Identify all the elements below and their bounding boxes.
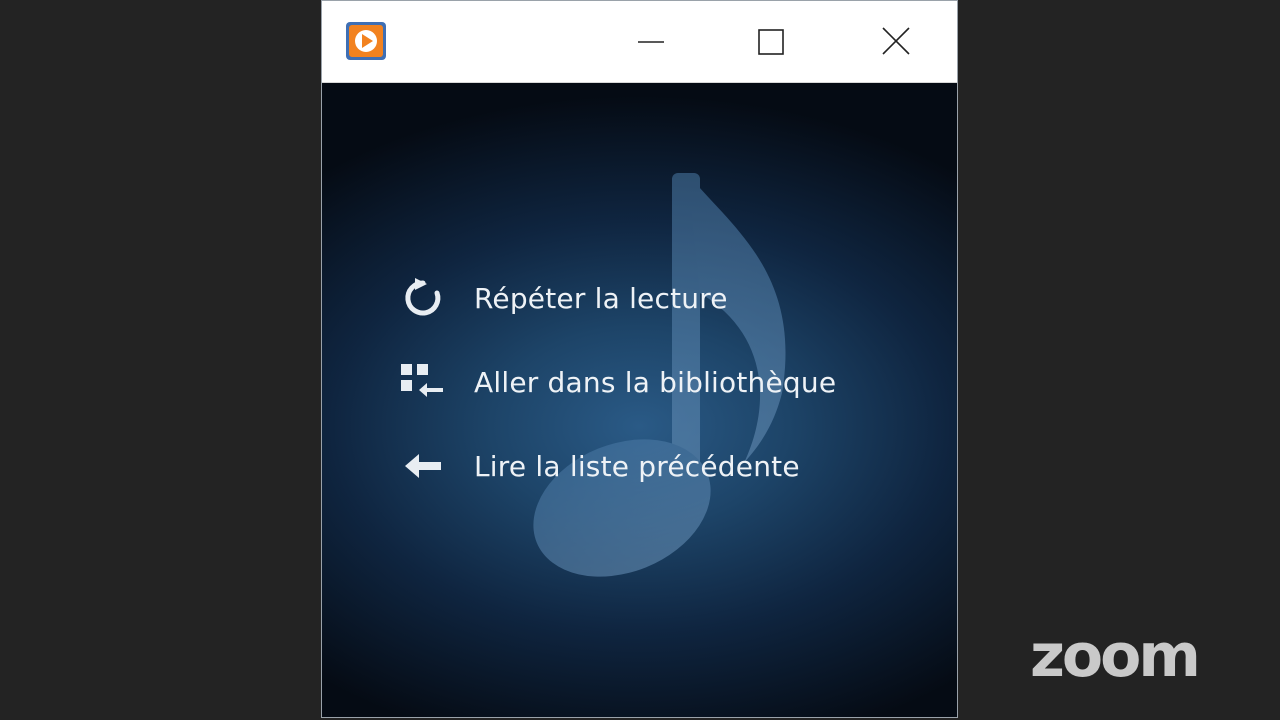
end-of-playback-menu: Répéter la lecture Aller dans la bibliot…	[397, 268, 836, 520]
go-to-library-label: Aller dans la bibliothèque	[474, 365, 837, 399]
screen: Répéter la lecture Aller dans la bibliot…	[0, 0, 1280, 720]
play-previous-list-label: Lire la liste précédente	[474, 449, 800, 483]
maximize-icon	[758, 29, 784, 55]
back-arrow-icon	[397, 440, 449, 492]
close-button[interactable]	[872, 19, 918, 65]
repeat-playback-label: Répéter la lecture	[474, 281, 728, 315]
maximize-button[interactable]	[748, 19, 794, 65]
play-previous-list-item[interactable]: Lire la liste précédente	[397, 436, 836, 496]
media-player-window: Répéter la lecture Aller dans la bibliot…	[321, 0, 958, 718]
title-bar[interactable]	[322, 1, 957, 83]
now-playing-area: Répéter la lecture Aller dans la bibliot…	[322, 83, 957, 717]
repeat-icon	[397, 272, 449, 324]
media-player-play-icon[interactable]	[345, 21, 387, 61]
zoom-logo: zoom	[1030, 621, 1201, 691]
repeat-playback-item[interactable]: Répéter la lecture	[397, 268, 836, 328]
library-icon	[397, 356, 449, 408]
minimize-button[interactable]	[628, 19, 674, 65]
go-to-library-item[interactable]: Aller dans la bibliothèque	[397, 352, 836, 412]
close-icon	[882, 27, 910, 55]
minimize-icon	[638, 41, 664, 43]
